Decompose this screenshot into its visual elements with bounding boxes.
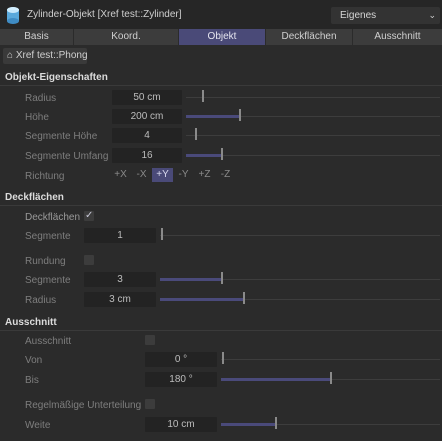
orientation-label: Richtung (25, 171, 65, 182)
radius-label: Radius (25, 93, 57, 104)
slice-to-label: Bis (25, 375, 39, 386)
slice-to-slider-knob[interactable] (330, 372, 332, 384)
height-slider-knob[interactable] (239, 109, 241, 121)
mode-dropdown[interactable]: Eigenes ⌄ (331, 7, 440, 24)
tab-basis[interactable]: Basis (0, 29, 74, 45)
slice-to-slider-fill (221, 378, 331, 381)
grid-width-slider-fill (221, 423, 276, 426)
grid-width-slider-knob[interactable] (275, 417, 277, 429)
regular-grid-checkbox[interactable] (145, 399, 155, 409)
section-caps: Deckflächen (5, 192, 64, 203)
object-title: Zylinder-Objekt [Xref test::Zylinder] (27, 9, 182, 20)
radius-slider-track[interactable] (186, 97, 440, 98)
chevron-down-icon: ⌄ (428, 10, 436, 20)
height-segments-field[interactable]: 4 (112, 128, 182, 143)
house-icon: ⌂ (7, 50, 14, 61)
height-segments-slider-knob[interactable] (195, 128, 197, 140)
slice-to-field[interactable]: 180 ° (145, 372, 217, 387)
grid-width-field[interactable]: 10 cm (145, 417, 217, 432)
section-object-properties: Objekt-Eigenschaften (5, 72, 108, 83)
orientation-plus-x[interactable]: +X (110, 168, 131, 182)
mode-dropdown-value: Eigenes (340, 10, 377, 21)
section-divider (0, 85, 442, 86)
height-segments-slider-track[interactable] (186, 135, 440, 136)
section-divider (0, 330, 442, 331)
caps-segments-slider-knob[interactable] (161, 228, 163, 240)
checkmark-icon: ✓ (85, 210, 94, 221)
caps-checkbox[interactable]: ✓ (84, 210, 94, 221)
caps-label: Deckflächen (25, 212, 81, 223)
height-field[interactable]: 200 cm (112, 109, 182, 124)
radius-slider-knob[interactable] (202, 90, 204, 102)
orientation-minus-y[interactable]: -Y (173, 168, 194, 182)
section-divider (0, 205, 442, 206)
rotation-segments-label: Segmente Umfang (25, 151, 109, 162)
tab-ausschnitt[interactable]: Ausschnitt (353, 29, 442, 45)
phong-tag-label: Xref test::Phong (15, 50, 88, 61)
caps-segments-field[interactable]: 1 (84, 228, 156, 243)
height-label: Höhe (25, 112, 49, 123)
fillet-segments-label: Segmente (25, 275, 71, 286)
orientation-plus-y[interactable]: +Y (152, 168, 173, 182)
fillet-label: Rundung (25, 256, 66, 267)
orientation-minus-x[interactable]: -X (131, 168, 152, 182)
radius-field[interactable]: 50 cm (112, 90, 182, 105)
rotation-segments-slider-fill (186, 154, 222, 157)
caps-segments-slider-track[interactable] (160, 235, 440, 236)
slice-from-slider-track[interactable] (221, 359, 440, 360)
caps-segments-label: Segmente (25, 231, 71, 242)
slice-checkbox[interactable] (145, 335, 155, 345)
slice-from-slider-knob[interactable] (222, 352, 224, 364)
section-slice: Ausschnitt (5, 317, 57, 328)
fillet-segments-field[interactable]: 3 (84, 272, 156, 287)
grid-width-label: Weite (25, 420, 51, 431)
regular-grid-label: Regelmäßige Unterteilung (25, 400, 142, 411)
cylinder-icon (6, 6, 20, 25)
orientation-minus-z[interactable]: -Z (215, 168, 236, 182)
tab-bar: Basis Koord. Objekt Deckflächen Ausschni… (0, 29, 442, 45)
fillet-radius-field[interactable]: 3 cm (84, 292, 156, 307)
orientation-plus-z[interactable]: +Z (194, 168, 215, 182)
slice-from-label: Von (25, 355, 43, 366)
phong-tag-button[interactable]: ⌂ Xref test::Phong (3, 48, 88, 64)
fillet-segments-slider-knob[interactable] (221, 272, 223, 284)
slice-label: Ausschnitt (25, 336, 72, 347)
fillet-segments-slider-fill (160, 278, 222, 281)
fillet-radius-slider-knob[interactable] (243, 292, 245, 304)
fillet-radius-label: Radius (25, 295, 57, 306)
height-slider-fill (186, 115, 240, 118)
rotation-segments-slider-knob[interactable] (221, 148, 223, 160)
tab-deckflaechen[interactable]: Deckflächen (266, 29, 353, 45)
fillet-checkbox[interactable] (84, 255, 94, 265)
rotation-segments-field[interactable]: 16 (112, 148, 182, 163)
rotation-segments-slider-track[interactable] (186, 155, 440, 156)
tab-koord[interactable]: Koord. (74, 29, 179, 45)
fillet-radius-slider-fill (160, 298, 244, 301)
tab-objekt[interactable]: Objekt (179, 29, 266, 45)
height-segments-label: Segmente Höhe (25, 131, 98, 142)
slice-from-field[interactable]: 0 ° (145, 352, 217, 367)
